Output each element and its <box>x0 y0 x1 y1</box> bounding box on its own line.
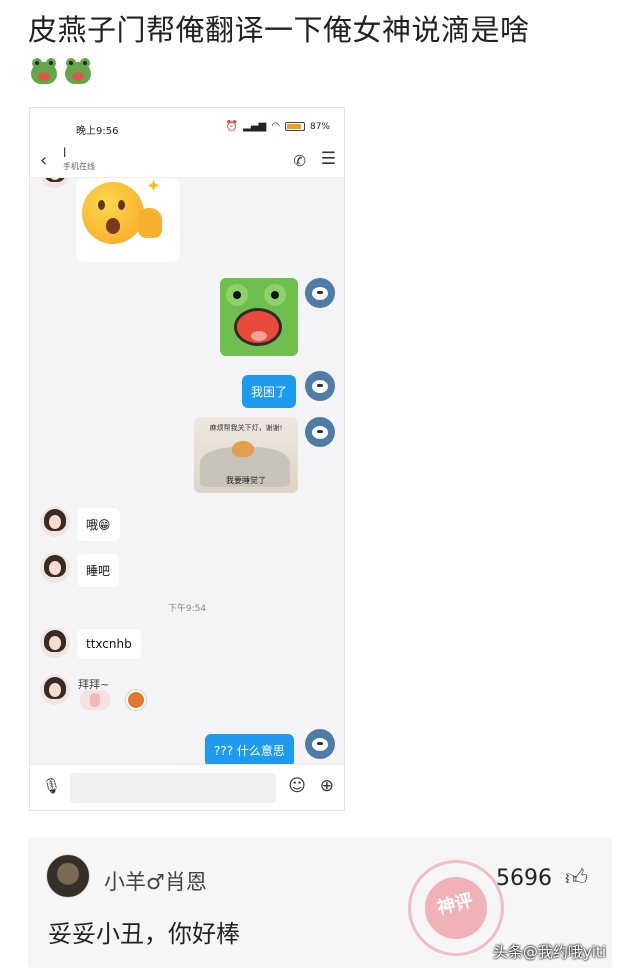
sticker-meme-sleep[interactable]: 麻烦帮我关下灯，谢谢! 我要睡觉了 <box>194 417 298 493</box>
top-comment: 小羊♂肖恩 5696 👍︎ 妥妥小丑，你好棒 神评 头条@我约哦yiti <box>28 838 612 968</box>
status-bar: 晚上9:56 ⏰ ▂▄▆ ◠ 87% <box>30 108 344 148</box>
meme-caption-top: 麻烦帮我关下灯，谢谢! <box>209 424 283 432</box>
emoji-icon[interactable]: ☺ <box>288 776 306 796</box>
menu-icon[interactable]: ☰ <box>321 149 336 169</box>
message-in-ttxcnhb[interactable]: ttxcnhb <box>77 629 141 659</box>
battery-level: 87% <box>309 121 330 132</box>
round-badge-icon <box>126 690 146 710</box>
meme-caption-bottom: 我要睡觉了 <box>226 476 266 485</box>
sticker-frog[interactable] <box>220 278 298 356</box>
phone-icon[interactable]: ✆ <box>293 152 306 170</box>
back-icon[interactable]: ‹ <box>40 150 47 171</box>
chat-input-bar: 🎙 ☺ ⊕ <box>30 764 344 810</box>
contact-name: l <box>63 146 67 160</box>
post-emojis <box>30 58 92 86</box>
my-avatar[interactable] <box>305 729 335 759</box>
stamp-text: 神评 <box>418 870 494 946</box>
waving-hand-icon <box>80 690 110 710</box>
shiba-dog-icon <box>232 441 254 457</box>
my-avatar[interactable] <box>305 417 335 447</box>
alarm-icon: ⏰ <box>225 121 239 132</box>
top-comment-stamp: 神评 <box>408 860 504 956</box>
chat-screenshot: 晚上9:56 ⏰ ▂▄▆ ◠ 87% ‹ l 手机在线 ✆ ☰ ✦ 我困了 麻烦… <box>29 107 345 811</box>
sparkle-icon: ✦ <box>146 178 162 197</box>
message-in-oh[interactable]: 哦😁 <box>77 508 120 541</box>
message-out-question[interactable]: ??? 什么意思 <box>205 734 294 766</box>
message-out-sleepy[interactable]: 我困了 <box>242 375 297 408</box>
thumbs-up-icon <box>138 208 162 238</box>
frog-emoji-icon <box>30 58 58 86</box>
signal-icon: ▂▄▆ <box>243 121 267 132</box>
contact-avatar[interactable] <box>40 628 70 658</box>
my-avatar[interactable] <box>305 278 335 308</box>
contact-avatar[interactable] <box>40 553 70 583</box>
contact-status: 手机在线 <box>63 162 95 171</box>
contact-avatar[interactable] <box>40 675 70 705</box>
battery-icon <box>284 122 305 131</box>
comment-text: 妥妥小丑，你好棒 <box>48 920 240 948</box>
contact-avatar[interactable] <box>40 178 70 188</box>
plus-icon[interactable]: ⊕ <box>320 776 334 796</box>
like-count: 5696 <box>496 866 552 891</box>
message-list[interactable]: ✦ 我困了 麻烦帮我关下灯，谢谢! 我要睡觉了 哦😁 睡吧 下午9:54 ttx… <box>30 178 344 766</box>
message-input[interactable] <box>70 773 276 803</box>
message-in-go-sleep[interactable]: 睡吧 <box>77 554 120 587</box>
watermark: 头条@我约哦yiti <box>492 943 606 961</box>
sticker-surprised-thumbs-up[interactable]: ✦ <box>76 178 180 262</box>
status-icons: ⏰ ▂▄▆ ◠ 87% <box>226 121 330 132</box>
commenter-avatar[interactable] <box>46 854 90 898</box>
commenter-username[interactable]: 小羊♂肖恩 <box>104 866 207 896</box>
thumbs-up-icon[interactable]: 👍︎ <box>565 864 588 891</box>
post-title: 皮燕子门帮俺翻译一下俺女神说滴是啥 <box>28 13 530 47</box>
contact-avatar[interactable] <box>40 507 70 537</box>
sticker-bye[interactable]: 拜拜~ <box>78 676 150 712</box>
microphone-icon[interactable]: 🎙 <box>42 777 61 795</box>
chat-header: ‹ l 手机在线 ✆ ☰ <box>30 146 344 178</box>
surprised-face-icon <box>82 182 144 244</box>
time-divider: 下午9:54 <box>167 604 207 614</box>
my-avatar[interactable] <box>305 371 335 401</box>
wifi-icon: ◠ <box>271 121 280 132</box>
status-time: 晚上9:56 <box>76 126 119 137</box>
frog-emoji-icon <box>64 58 92 86</box>
